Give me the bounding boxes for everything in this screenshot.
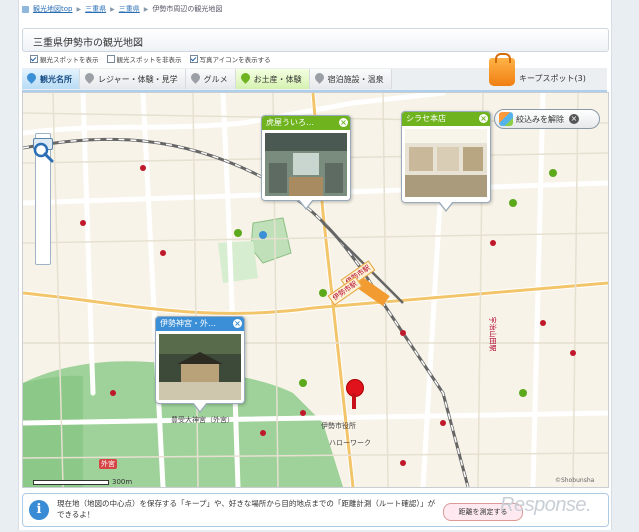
tip-text: 現在地（地図の中心点）を保存する「キープ」や、好きな場所から目的地点までの「距離…	[57, 499, 436, 519]
close-icon[interactable]: ×	[339, 118, 348, 127]
option-label: 写真アイコンを表示する	[199, 56, 271, 64]
spot-popup-geku[interactable]: 伊勢神宮・外… ×	[155, 316, 245, 413]
clear-filter-label: 絞込みを解除	[516, 114, 564, 124]
shopping-bag-icon	[489, 53, 515, 86]
map-label-shrine: 豊受大神宮（外宮）	[171, 416, 234, 424]
map-pin-icon	[240, 73, 251, 85]
map-label-city-hall: 伊勢市役所	[321, 422, 356, 430]
map-label-hello-work: ハローワーク	[329, 439, 371, 447]
home-icon	[22, 5, 29, 13]
popup-title: シラセ本店	[406, 114, 446, 123]
close-icon[interactable]: ×	[233, 319, 242, 328]
tab-lodging[interactable]: 宿泊施設・温泉	[309, 69, 392, 89]
map-pin-icon	[314, 73, 325, 85]
shop-photo	[265, 133, 347, 196]
breadcrumb-current: 伊勢市周辺の観光地図	[152, 5, 223, 13]
popup-pointer	[438, 201, 454, 212]
spot-popup-shirase[interactable]: シラセ本店 ×	[401, 111, 491, 212]
shrine-photo	[159, 334, 241, 400]
checkbox[interactable]	[30, 55, 38, 63]
response-logo: Response.	[500, 494, 592, 516]
tab-label: 宿泊施設・温泉	[327, 74, 384, 84]
option-label: 観光スポットを非表示	[116, 56, 182, 64]
shop-photo	[405, 129, 487, 197]
map-scale: 300m	[33, 478, 132, 486]
tab-leisure[interactable]: レジャー・体験・見学	[80, 69, 186, 89]
breadcrumb-item[interactable]: 三重県	[85, 4, 106, 14]
spot-popup-toraya[interactable]: 虎屋ういろ… ×	[261, 115, 351, 210]
map-pin-icon	[190, 73, 201, 85]
map-viewport[interactable]: 絞込みを解除 × 虎屋ういろ… × シラセ本店 × 伊勢神宮・外… × 伊勢市駅…	[22, 92, 609, 488]
map-label-ujiyamada: 宇治山田駅	[488, 316, 497, 352]
chevron-right-icon: ▶	[110, 5, 115, 13]
scale-bar	[33, 479, 109, 485]
info-icon: i	[29, 500, 49, 520]
display-options: 観光スポットを表示 観光スポットを非表示 写真アイコンを表示する	[30, 53, 271, 65]
keep-spots-button[interactable]: キープスポット(3)	[487, 53, 607, 90]
breadcrumb-item[interactable]: 三重県	[119, 4, 140, 14]
tab-label: レジャー・体験・見学	[98, 74, 178, 84]
map-label-geku: 外宮	[99, 459, 117, 469]
map-pin-icon	[26, 73, 37, 85]
checkbox[interactable]	[106, 55, 115, 63]
popup-title: 虎屋ういろ…	[266, 118, 314, 127]
close-icon: ×	[569, 114, 579, 124]
current-location-pin-icon	[344, 379, 364, 413]
keep-spots-label: キープスポット(3)	[519, 74, 586, 83]
option-label: 観光スポットを表示	[40, 56, 99, 64]
map-pin-icon	[84, 73, 95, 85]
category-icon	[499, 112, 513, 126]
option-photo-icons[interactable]: 写真アイコンを表示する	[189, 53, 271, 65]
close-icon[interactable]: ×	[479, 114, 488, 123]
breadcrumb-item[interactable]: 観光地図top	[33, 4, 72, 14]
option-show-spots[interactable]: 観光スポットを表示	[30, 53, 99, 65]
clear-filter-button[interactable]: 絞込みを解除 ×	[494, 109, 600, 129]
checkbox[interactable]	[189, 55, 198, 63]
popup-pointer	[298, 199, 314, 210]
page-title-bar: 三重県伊勢市の観光地図	[22, 28, 609, 52]
tab-souvenir[interactable]: お土産・体験	[235, 69, 310, 89]
magnifier-icon[interactable]	[32, 141, 54, 163]
tab-gourmet[interactable]: グルメ	[185, 69, 236, 89]
breadcrumb: 観光地図top ▶ 三重県 ▶ 三重県 ▶ 伊勢市周辺の観光地図	[22, 3, 222, 15]
tab-label: 観光名所	[40, 74, 72, 84]
tab-label: お土産・体験	[253, 74, 302, 84]
popup-title: 伊勢神宮・外…	[160, 319, 216, 328]
chevron-right-icon: ▶	[76, 5, 82, 13]
option-hide-spots[interactable]: 観光スポットを非表示	[106, 53, 182, 65]
tab-sightseeing[interactable]: 観光名所	[22, 69, 80, 89]
map-copyright: ©Shobunsha	[555, 477, 595, 484]
page-title: 三重県伊勢市の観光地図	[33, 38, 143, 49]
popup-pointer	[192, 402, 208, 413]
chevron-right-icon: ▶	[143, 5, 149, 13]
scale-label: 300m	[112, 478, 133, 486]
tab-label: グルメ	[203, 74, 228, 84]
